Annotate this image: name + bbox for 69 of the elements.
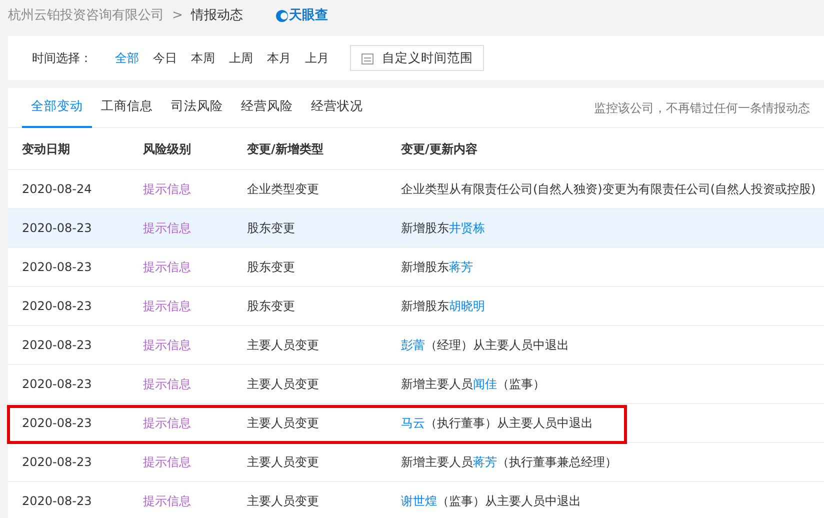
category-tab[interactable]: 全部变动 [22, 88, 92, 128]
change-text: 新增股东 [401, 259, 449, 276]
risk-level: 提示信息 [143, 415, 192, 432]
date-cell-text: 2020-08-23 [21, 493, 93, 510]
breadcrumb-separator: > [172, 7, 183, 26]
change-text: 新增主要人员 [401, 454, 473, 471]
change-type: 主要人员变更 [247, 454, 320, 471]
custom-range-button[interactable]: 自定义时间范围 [350, 44, 484, 72]
change-text: （监事）从主要人员中退出 [437, 493, 581, 510]
time-option[interactable]: 上月 [298, 49, 336, 67]
person-link[interactable]: 闻佳 [473, 375, 497, 393]
risk-level: 提示信息 [143, 220, 192, 237]
change-type: 主要人员变更 [247, 376, 320, 393]
change-type: 股东变更 [247, 298, 296, 315]
risk-level: 提示信息 [143, 337, 192, 354]
change-type: 主要人员变更 [247, 337, 320, 354]
time-option[interactable]: 本周 [184, 49, 222, 67]
date-cell-text: 2020-08-23 [21, 298, 93, 315]
date-cell-text: 2020-08-23 [21, 376, 93, 393]
calendar-icon [361, 52, 374, 64]
category-tab[interactable]: 经营状况 [302, 88, 372, 128]
change-text: 新增股东 [401, 220, 449, 237]
change-text: （执行董事兼总经理） [497, 454, 617, 471]
category-tab[interactable]: 司法风险 [162, 88, 232, 128]
change-type: 股东变更 [247, 220, 296, 237]
person-link[interactable]: 井贤栋 [449, 219, 485, 237]
date-cell-text: 2020-08-23 [21, 220, 93, 237]
column-header: 变动日期 [20, 140, 71, 158]
risk-level: 提示信息 [143, 181, 192, 198]
category-tab[interactable]: 工商信息 [92, 88, 162, 128]
column-header: 变更/新增类型 [247, 140, 324, 158]
change-type: 企业类型变更 [247, 181, 320, 198]
company-link[interactable]: 杭州云铂投资咨询有限公司 [8, 6, 164, 26]
filter-label: 时间选择： [32, 50, 92, 67]
date-cell-text: 2020-08-23 [21, 337, 93, 354]
risk-level: 提示信息 [143, 298, 192, 315]
monitor-note: 监控该公司，不再错过任何一条情报动态 [594, 100, 810, 116]
person-link[interactable]: 彭蕾 [401, 336, 425, 354]
change-text: （执行董事）从主要人员中退出 [425, 415, 593, 432]
risk-level: 提示信息 [143, 454, 192, 471]
date-cell-text: 2020-08-23 [21, 454, 93, 471]
change-text: （经理）从主要人员中退出 [425, 337, 569, 354]
date-cell-text: 2020-08-23 [21, 259, 93, 276]
change-type: 主要人员变更 [247, 493, 320, 510]
risk-level: 提示信息 [143, 376, 192, 393]
date-cell-text: 2020-08-24 [21, 181, 93, 198]
person-link[interactable]: 蒋芳 [449, 258, 473, 276]
change-text: 新增主要人员 [401, 376, 473, 393]
column-header: 风险级别 [143, 140, 192, 158]
category-tab[interactable]: 经营风险 [232, 88, 302, 128]
change-text: （监事） [497, 376, 545, 393]
change-type: 股东变更 [247, 259, 296, 276]
column-header: 变更/更新内容 [401, 140, 478, 158]
person-link[interactable]: 马云 [401, 414, 425, 432]
time-option[interactable]: 全部 [108, 49, 146, 67]
person-link[interactable]: 蒋芳 [473, 453, 497, 471]
change-text: 企业类型从有限责任公司(自然人独资)变更为有限责任公司(自然人投资或控股) [401, 181, 816, 198]
time-option[interactable]: 上周 [222, 49, 260, 67]
page-title: 情报动态 [190, 7, 243, 26]
person-link[interactable]: 谢世煌 [401, 492, 437, 510]
change-type: 主要人员变更 [247, 415, 320, 432]
site-logo: 天眼查 [274, 6, 328, 26]
date-cell-text: 2020-08-23 [21, 415, 93, 432]
risk-level: 提示信息 [143, 259, 192, 276]
risk-level: 提示信息 [143, 493, 192, 510]
time-option[interactable]: 本月 [260, 49, 298, 67]
change-text: 新增股东 [401, 298, 449, 315]
person-link[interactable]: 胡晓明 [449, 297, 485, 315]
time-option[interactable]: 今日 [146, 49, 184, 67]
